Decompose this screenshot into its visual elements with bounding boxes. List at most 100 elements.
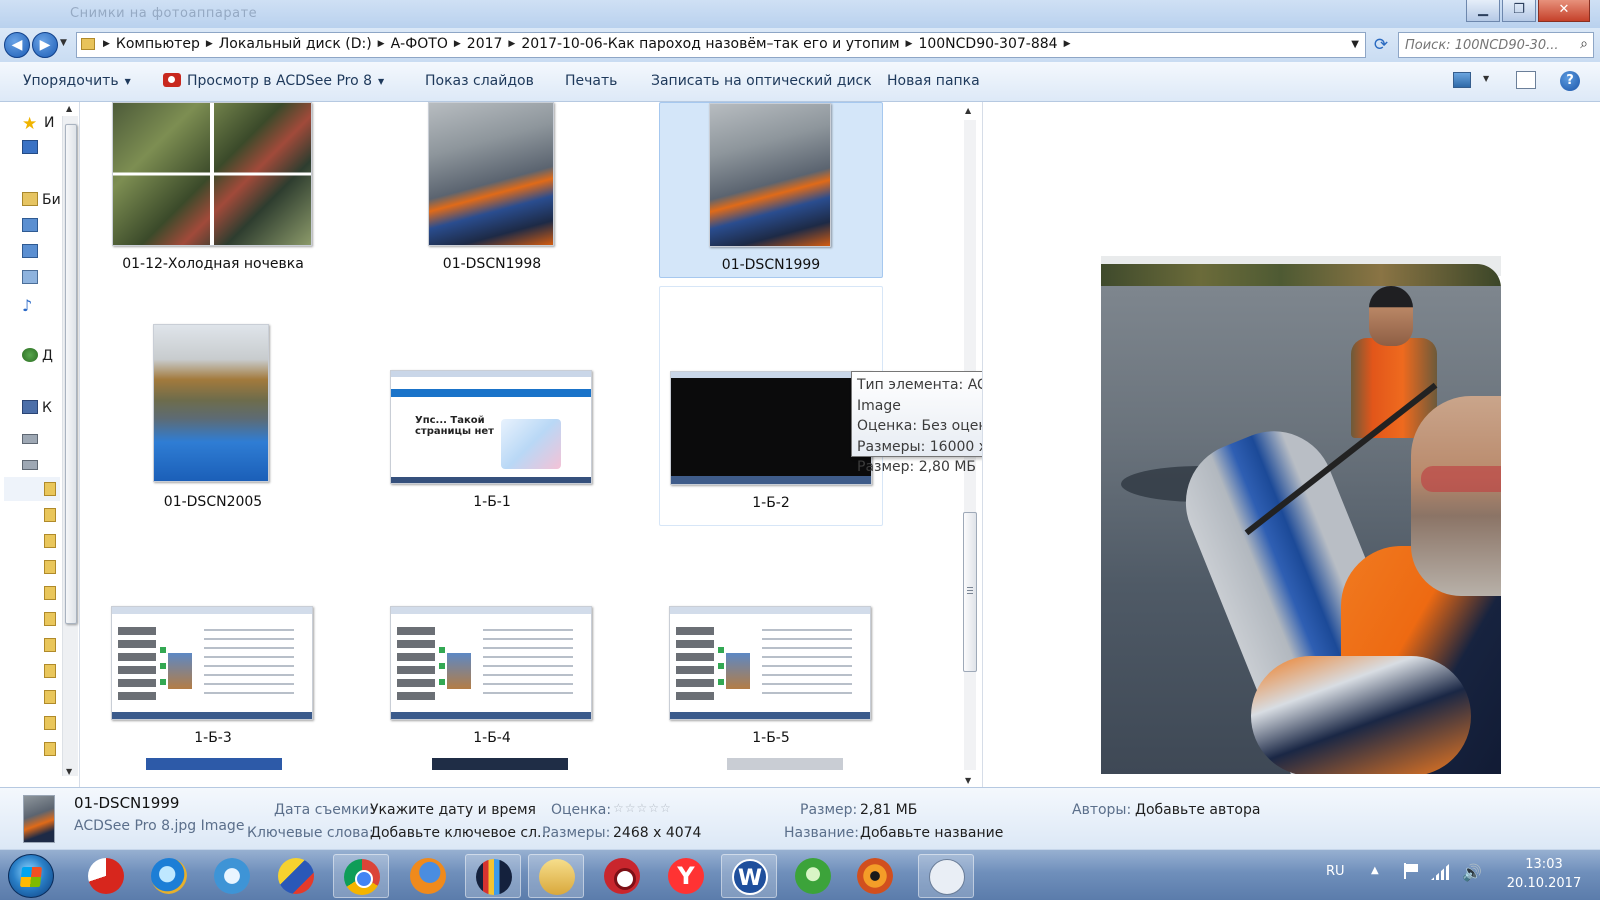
view-in-acdsee-button[interactable]: Просмотр в ACDSee Pro 8 ▼: [163, 73, 384, 89]
volume-icon[interactable]: 🔊: [1462, 863, 1482, 882]
nav-scrollbar[interactable]: ▲ ▼: [62, 104, 78, 776]
nav-item-documents-2[interactable]: [22, 244, 42, 260]
nav-folder[interactable]: [44, 664, 60, 680]
taskbar-snipping[interactable]: [918, 854, 974, 898]
file-item[interactable]: 1-Б-4: [380, 522, 604, 754]
help-icon[interactable]: ?: [1560, 71, 1580, 91]
new-folder-button[interactable]: Новая папка: [887, 73, 980, 89]
organize-button[interactable]: Упорядочить ▼: [23, 73, 131, 89]
search-icon[interactable]: ⌕: [1580, 36, 1588, 52]
taskbar-cube[interactable]: [204, 854, 260, 898]
details-date-value[interactable]: Укажите дату и время: [370, 802, 536, 818]
nav-folder[interactable]: [44, 716, 60, 732]
scroll-up-icon[interactable]: ▲: [66, 104, 72, 113]
back-button[interactable]: ◀: [4, 32, 30, 58]
nav-item-drive-c[interactable]: [22, 430, 42, 446]
nav-item-documents[interactable]: [22, 218, 42, 234]
view-options-dropdown-icon[interactable]: ▼: [1483, 74, 1489, 83]
chevron-right-icon[interactable]: ▶: [454, 39, 461, 49]
chevron-right-icon[interactable]: ▶: [378, 39, 385, 49]
file-item[interactable]: 1-Б-5: [659, 522, 883, 754]
taskbar-mail[interactable]: [268, 854, 324, 898]
nav-folder[interactable]: [44, 534, 60, 550]
file-item[interactable]: 01-DSCN1998: [380, 102, 604, 278]
minimize-button[interactable]: ▁: [1466, 0, 1500, 22]
history-dropdown-icon[interactable]: ▼: [60, 38, 67, 48]
forward-button[interactable]: ▶: [32, 32, 58, 58]
details-authors-value[interactable]: Добавьте автора: [1135, 802, 1260, 818]
details-keywords-value[interactable]: Добавьте ключевое сл...: [370, 825, 550, 841]
file-item-hovered[interactable]: 1-Б-2: [659, 286, 883, 526]
slideshow-button[interactable]: Показ слайдов: [425, 73, 534, 89]
chevron-right-icon[interactable]: ▶: [906, 39, 913, 49]
scroll-thumb[interactable]: [963, 512, 977, 672]
close-button[interactable]: ✕: [1538, 0, 1590, 22]
file-item[interactable]: 01-12-Холодная ночевка: [101, 102, 325, 278]
file-thumbnail-partial[interactable]: [727, 758, 843, 770]
action-center-flag-icon[interactable]: [1404, 863, 1418, 879]
language-indicator[interactable]: RU: [1326, 864, 1345, 879]
taskbar-chrome[interactable]: [333, 854, 389, 898]
start-button[interactable]: [8, 854, 54, 898]
taskbar-word[interactable]: W: [721, 854, 777, 898]
refresh-icon[interactable]: ⟳: [1370, 34, 1392, 56]
nav-folder[interactable]: [44, 560, 60, 576]
nav-item-music[interactable]: ♪: [22, 296, 42, 315]
taskbar-acdsee[interactable]: [594, 854, 650, 898]
file-item[interactable]: Упс... Такой страницы нет 1-Б-1: [380, 286, 604, 518]
scroll-up-icon[interactable]: ▲: [965, 106, 971, 115]
chevron-right-icon[interactable]: ▶: [103, 39, 110, 49]
nav-scrollbar-thumb[interactable]: [65, 124, 77, 624]
breadcrumb-year[interactable]: 2017: [467, 36, 503, 52]
maximize-button[interactable]: ❐: [1502, 0, 1536, 22]
system-clock[interactable]: 13:03 20.10.2017: [1496, 855, 1592, 893]
nav-item-desktop[interactable]: [22, 140, 42, 156]
breadcrumb-photo[interactable]: А-ФОТО: [391, 36, 448, 52]
taskbar-yandex[interactable]: Y: [658, 854, 714, 898]
nav-folder[interactable]: [44, 586, 60, 602]
search-input[interactable]: [1399, 33, 1569, 57]
nav-item-homegroup[interactable]: Д: [22, 348, 53, 364]
show-hidden-icons-icon[interactable]: ▲: [1371, 865, 1379, 876]
taskbar-green-app[interactable]: [785, 854, 841, 898]
breadcrumb-trip[interactable]: 2017-10-06-Как пароход назовём–так его и…: [521, 36, 899, 52]
scroll-down-icon[interactable]: ▼: [965, 776, 971, 785]
file-thumbnail-partial[interactable]: [432, 758, 568, 770]
nav-item-favorites[interactable]: ★ И: [22, 114, 54, 134]
nav-item-drive-d[interactable]: [22, 456, 42, 472]
nav-item-images[interactable]: [22, 270, 42, 286]
preview-pane-toggle-icon[interactable]: [1516, 71, 1536, 89]
file-item[interactable]: 01-DSCN2005: [101, 286, 325, 510]
nav-folder[interactable]: [44, 742, 60, 758]
file-thumbnail-partial[interactable]: [146, 758, 282, 770]
rating-stars[interactable]: ☆☆☆☆☆: [613, 801, 672, 815]
chevron-right-icon[interactable]: ▶: [1064, 39, 1071, 49]
breadcrumb-computer[interactable]: Компьютер: [116, 36, 200, 52]
nav-folder[interactable]: [44, 690, 60, 706]
taskbar-firefox[interactable]: [400, 854, 456, 898]
burn-disc-button[interactable]: Записать на оптический диск: [651, 73, 872, 89]
nav-folder[interactable]: [44, 638, 60, 654]
nav-folder[interactable]: [44, 508, 60, 524]
network-signal-icon[interactable]: [1431, 864, 1449, 880]
taskbar-ie[interactable]: [141, 854, 197, 898]
file-item[interactable]: 1-Б-3: [101, 522, 325, 754]
taskbar-nero[interactable]: [465, 854, 521, 898]
nav-folder[interactable]: [44, 482, 60, 498]
path-dropdown-icon[interactable]: ▼: [1351, 39, 1359, 50]
scroll-down-icon[interactable]: ▼: [66, 767, 72, 776]
file-item-selected[interactable]: 01-DSCN1999: [659, 102, 883, 278]
taskbar-ccleaner[interactable]: [78, 854, 134, 898]
change-view-icon[interactable]: [1453, 72, 1471, 88]
details-title-value[interactable]: Добавьте название: [860, 825, 1003, 841]
taskbar-explorer[interactable]: [528, 854, 584, 898]
taskbar-eye-app[interactable]: [847, 854, 903, 898]
print-button[interactable]: Печать: [565, 73, 617, 89]
breadcrumb-drive[interactable]: Локальный диск (D:): [219, 36, 372, 52]
breadcrumb-current[interactable]: 100NCD90-307-884: [918, 36, 1057, 52]
nav-item-computer[interactable]: К: [22, 400, 52, 416]
breadcrumb[interactable]: ▶ Компьютер ▶ Локальный диск (D:) ▶ А-ФО…: [76, 32, 1366, 58]
nav-item-libraries[interactable]: Би: [22, 192, 61, 208]
chevron-right-icon[interactable]: ▶: [508, 39, 515, 49]
nav-folder[interactable]: [44, 612, 60, 628]
